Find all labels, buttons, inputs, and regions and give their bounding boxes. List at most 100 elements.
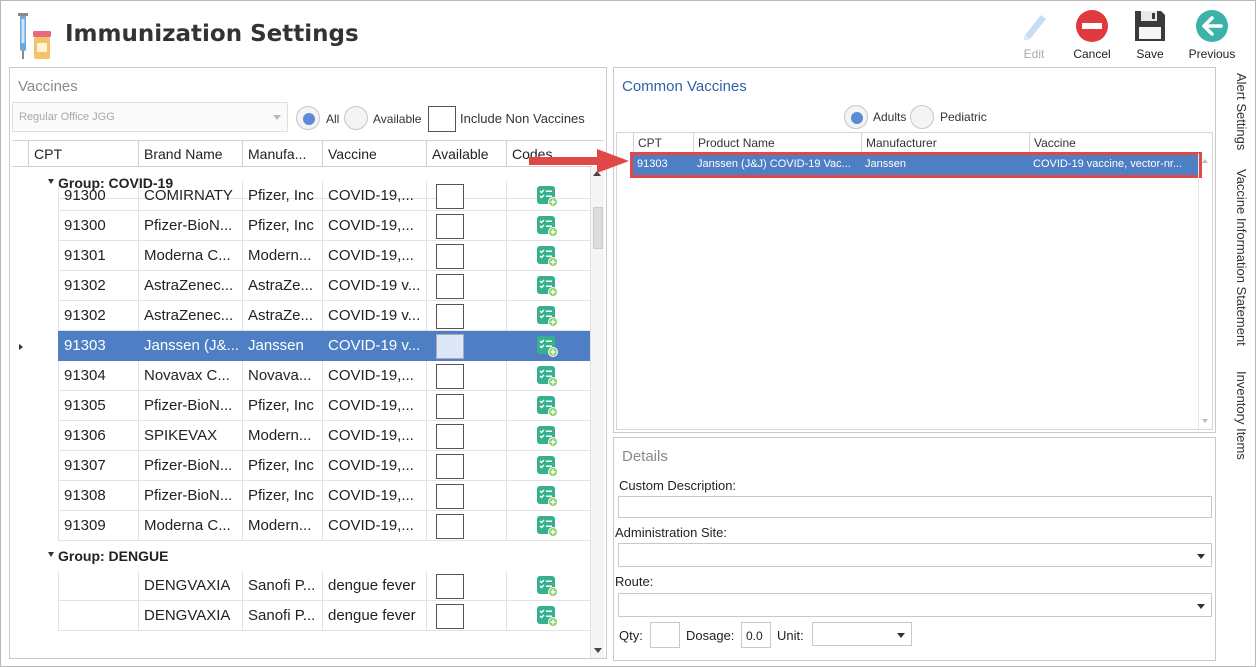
cell-brand: Moderna C... <box>138 511 242 541</box>
available-checkbox[interactable] <box>436 334 464 359</box>
col-vaccine[interactable]: Vaccine <box>1029 133 1199 153</box>
available-checkbox[interactable] <box>436 514 464 539</box>
cell-available <box>426 271 506 301</box>
cell-vaccine: dengue fever <box>322 571 426 601</box>
cell-vaccine: dengue fever <box>322 601 426 631</box>
col-available[interactable]: Available <box>426 141 506 167</box>
scroll-thumb[interactable] <box>593 207 603 249</box>
table-row[interactable]: 91304 Novavax C... Novava... COVID-19,... <box>12 361 590 391</box>
codes-checklist-icon[interactable] <box>536 335 558 357</box>
codes-checklist-icon[interactable] <box>536 455 558 477</box>
common-vaccine-row[interactable]: 91303 Janssen (J&J) COVID-19 Vac... Jans… <box>630 152 1202 178</box>
edit-button[interactable]: Edit <box>1007 7 1061 65</box>
codes-checklist-icon[interactable] <box>536 215 558 237</box>
available-checkbox[interactable] <box>436 184 464 209</box>
office-combo[interactable]: Regular Office JGG <box>12 102 288 132</box>
col-product-name[interactable]: Product Name <box>693 133 861 153</box>
table-row[interactable]: 91300 COMIRNATY Pfizer, Inc COVID-19,... <box>12 181 590 211</box>
dosage-input[interactable]: 0.0 <box>741 622 771 648</box>
col-brand-name[interactable]: Brand Name <box>138 141 242 167</box>
available-checkbox[interactable] <box>436 574 464 599</box>
codes-checklist-icon[interactable] <box>536 425 558 447</box>
filter-available-radio[interactable] <box>344 106 368 130</box>
pediatric-label: Pediatric <box>940 110 987 124</box>
scroll-down-icon[interactable] <box>594 648 602 653</box>
available-checkbox[interactable] <box>436 244 464 269</box>
available-checkbox[interactable] <box>436 454 464 479</box>
table-row[interactable]: DENGVAXIA Sanofi P... dengue fever <box>12 601 590 631</box>
tab-inventory-items[interactable]: Inventory Items <box>1223 371 1249 460</box>
filter-available-label: Available <box>373 112 422 126</box>
col-manufacturer[interactable]: Manufacturer <box>861 133 1029 153</box>
qty-input[interactable] <box>650 622 680 648</box>
cell-codes <box>506 361 590 391</box>
syringe-vial-icon <box>18 13 51 59</box>
group-row-dengue[interactable]: Group: DENGUE <box>12 541 590 571</box>
cell-mfr: Janssen <box>242 331 322 361</box>
custom-description-input[interactable] <box>618 496 1212 518</box>
codes-checklist-icon[interactable] <box>536 575 558 597</box>
cell-vaccine: COVID-19 v... <box>322 301 426 331</box>
table-row[interactable]: 91306 SPIKEVAX Modern... COVID-19,... <box>12 421 590 451</box>
table-row[interactable]: 91303 Janssen (J&... Janssen COVID-19 v... <box>12 331 590 361</box>
table-row[interactable]: 91302 AstraZenec... AstraZe... COVID-19 v..… <box>12 271 590 301</box>
available-checkbox[interactable] <box>436 214 464 239</box>
pediatric-radio[interactable] <box>910 105 934 129</box>
scroll-up-icon[interactable] <box>1202 159 1208 163</box>
col-vaccine[interactable]: Vaccine <box>322 141 426 167</box>
codes-checklist-icon[interactable] <box>536 515 558 537</box>
administration-site-select[interactable] <box>618 543 1212 567</box>
table-row[interactable]: 91307 Pfizer-BioN... Pfizer, Inc COVID-19,.… <box>12 451 590 481</box>
table-row[interactable]: 91301 Moderna C... Modern... COVID-19,... <box>12 241 590 271</box>
cell-brand: Moderna C... <box>138 241 242 271</box>
table-row[interactable]: 91308 Pfizer-BioN... Pfizer, Inc COVID-19,.… <box>12 481 590 511</box>
available-checkbox[interactable] <box>436 394 464 419</box>
table-row[interactable]: DENGVAXIA Sanofi P... dengue fever <box>12 571 590 601</box>
edit-label: Edit <box>1023 47 1045 61</box>
col-manufacturer[interactable]: Manufa... <box>242 141 322 167</box>
available-checkbox[interactable] <box>436 364 464 389</box>
scroll-down-icon[interactable] <box>1202 419 1208 423</box>
table-row[interactable]: 91305 Pfizer-BioN... Pfizer, Inc COVID-19,.… <box>12 391 590 421</box>
available-checkbox[interactable] <box>436 274 464 299</box>
table-row[interactable]: 91302 AstraZenec... AstraZe... COVID-19 v..… <box>12 301 590 331</box>
common-scrollbar[interactable] <box>1198 153 1212 429</box>
route-select[interactable] <box>618 593 1212 617</box>
table-row[interactable]: 91300 Pfizer-BioN... Pfizer, Inc COVID-19,.… <box>12 211 590 241</box>
unit-select[interactable] <box>812 622 912 646</box>
available-checkbox[interactable] <box>436 604 464 629</box>
cell-codes <box>506 181 590 211</box>
cell-available <box>426 511 506 541</box>
previous-button[interactable]: Previous <box>1185 7 1239 65</box>
cell-vaccine: COVID-19,... <box>322 421 426 451</box>
col-cpt[interactable]: CPT <box>28 141 138 167</box>
codes-checklist-icon[interactable] <box>536 395 558 417</box>
codes-checklist-icon[interactable] <box>536 365 558 387</box>
tab-alert-settings[interactable]: Alert Settings <box>1223 73 1249 150</box>
filter-all-radio[interactable] <box>296 106 320 130</box>
codes-checklist-icon[interactable] <box>536 305 558 327</box>
cell-mfr: Novava... <box>242 361 322 391</box>
pencil-icon <box>1023 15 1046 41</box>
codes-checklist-icon[interactable] <box>536 485 558 507</box>
cell-cpt <box>58 601 138 631</box>
save-button[interactable]: Save <box>1123 7 1177 65</box>
include-non-vaccines-checkbox[interactable] <box>428 106 456 132</box>
tab-vaccine-information-statement[interactable]: Vaccine Information Statement <box>1223 169 1249 346</box>
immunization-settings-window: Immunization Settings Edit Cancel Save P… <box>0 0 1256 667</box>
codes-checklist-icon[interactable] <box>536 605 558 627</box>
vaccines-scrollbar[interactable] <box>590 167 604 658</box>
cell-mfr: Sanofi P... <box>242 571 322 601</box>
cell-codes <box>506 601 590 631</box>
adults-radio[interactable] <box>844 105 868 129</box>
cancel-button[interactable]: Cancel <box>1065 7 1119 65</box>
cell-available <box>426 481 506 511</box>
col-cpt[interactable]: CPT <box>633 133 693 153</box>
available-checkbox[interactable] <box>436 424 464 449</box>
codes-checklist-icon[interactable] <box>536 245 558 267</box>
table-row[interactable]: 91309 Moderna C... Modern... COVID-19,... <box>12 511 590 541</box>
available-checkbox[interactable] <box>436 304 464 329</box>
available-checkbox[interactable] <box>436 484 464 509</box>
codes-checklist-icon[interactable] <box>536 275 558 297</box>
codes-checklist-icon[interactable] <box>536 185 558 207</box>
